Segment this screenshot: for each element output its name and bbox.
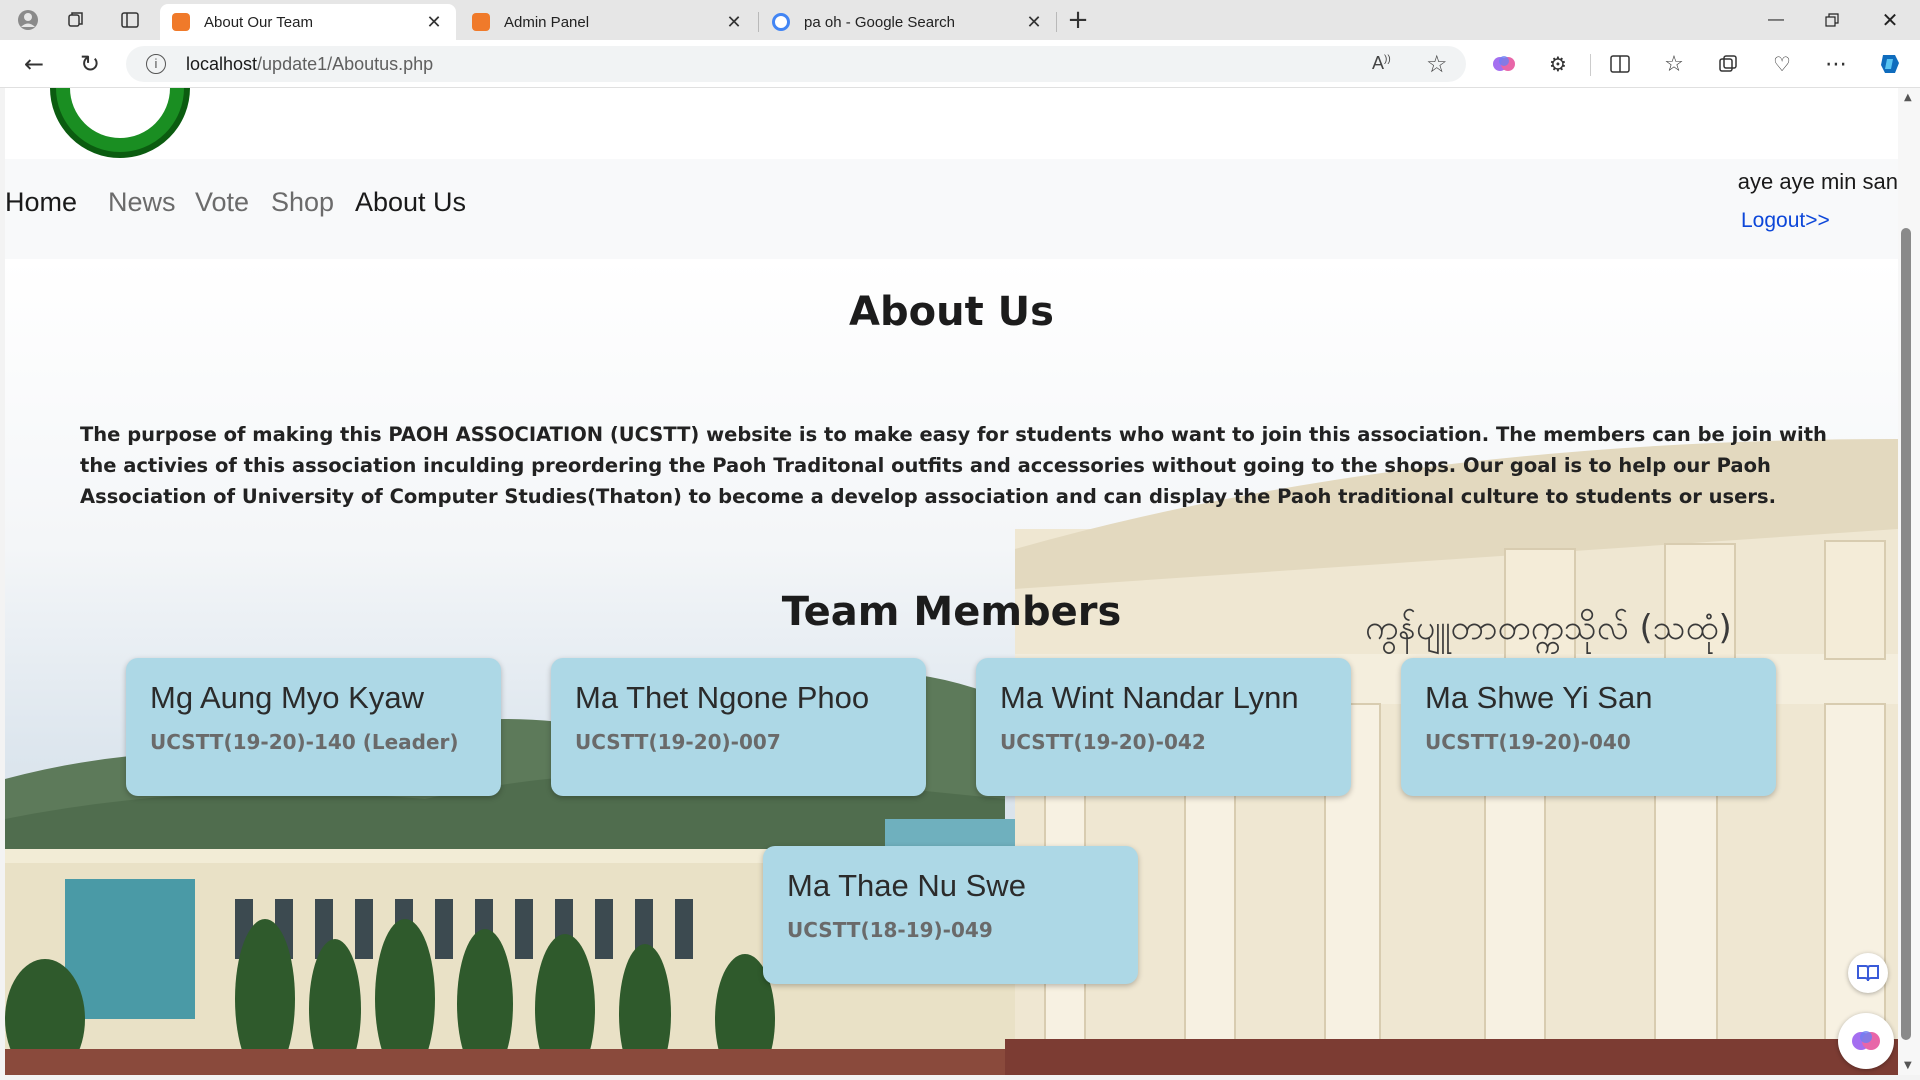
extensions-icon[interactable]: ⚙ <box>1542 48 1574 80</box>
member-id: UCSTT(19-20)-042 <box>1000 730 1206 754</box>
scroll-up-icon[interactable]: ▲ <box>1904 92 1912 103</box>
tab-title: pa oh - Google Search <box>804 13 955 31</box>
member-name: Ma Thae Nu Swe <box>787 868 1026 903</box>
immersive-reader-icon[interactable] <box>1848 953 1888 993</box>
member-id: UCSTT(18-19)-049 <box>787 918 993 942</box>
member-name: Ma Shwe Yi San <box>1425 680 1653 715</box>
xampp-favicon-icon <box>172 13 190 31</box>
team-members-heading: Team Members <box>781 589 1122 635</box>
favorite-star-icon[interactable]: ☆ <box>1426 50 1448 78</box>
member-card: Mg Aung Myo Kyaw UCSTT(19-20)-140 (Leade… <box>126 658 501 796</box>
workspaces-icon[interactable] <box>60 4 92 36</box>
tab-title: Admin Panel <box>504 13 590 31</box>
nav-news[interactable]: News <box>108 187 176 218</box>
nav-home[interactable]: Home <box>5 187 77 218</box>
member-card: Ma Thet Ngone Phoo UCSTT(19-20)-007 <box>551 658 926 796</box>
member-card: Ma Thae Nu Swe UCSTT(18-19)-049 <box>763 846 1138 984</box>
close-tab-icon[interactable]: ✕ <box>724 12 744 33</box>
refresh-icon[interactable]: ↻ <box>74 48 106 80</box>
minimize-icon[interactable]: — <box>1748 0 1804 40</box>
tab-google-search[interactable]: pa oh - Google Search ✕ <box>760 4 1056 40</box>
close-window-icon[interactable]: ✕ <box>1862 0 1918 40</box>
navbar: Home News Vote Shop About Us aye aye min… <box>5 159 1898 259</box>
back-icon[interactable]: ← <box>18 48 50 80</box>
close-tab-icon[interactable]: ✕ <box>1024 12 1044 33</box>
more-menu-icon[interactable]: ⋯ <box>1820 48 1852 80</box>
about-us-description: The purpose of making this PAOH ASSOCIAT… <box>80 423 1827 508</box>
new-tab-icon[interactable]: + <box>1062 4 1094 36</box>
copilot-brain-icon[interactable] <box>1838 1013 1894 1069</box>
split-screen-icon[interactable] <box>1604 48 1636 80</box>
nav-shop[interactable]: Shop <box>271 187 334 218</box>
tab-divider <box>758 12 759 32</box>
browser-essentials-icon[interactable]: ♡ <box>1766 48 1798 80</box>
scroll-down-icon[interactable]: ▼ <box>1904 1060 1912 1071</box>
tab-strip: About Our Team ✕ Admin Panel ✕ pa oh - G… <box>0 0 1920 40</box>
about-us-heading: About Us <box>849 289 1054 335</box>
xampp-favicon-icon <box>472 13 490 31</box>
favorites-icon[interactable]: ☆ <box>1658 48 1690 80</box>
nav-about-us[interactable]: About Us <box>355 187 466 218</box>
copilot-icon[interactable] <box>1874 48 1906 80</box>
member-id: UCSTT(19-20)-140 (Leader) <box>150 730 459 754</box>
scrollbar-thumb[interactable] <box>1901 228 1911 1040</box>
paoh-association-logo <box>50 88 190 158</box>
copilot-brain-icon[interactable] <box>1488 48 1520 80</box>
address-bar[interactable]: i localhost/update1/Aboutus.php A)) ☆ <box>126 46 1466 82</box>
nav-vote[interactable]: Vote <box>195 187 249 218</box>
url-text[interactable]: localhost/update1/Aboutus.php <box>186 54 433 75</box>
read-aloud-icon[interactable]: A)) <box>1372 53 1391 74</box>
about-content: ကွန်ပျူတာတက္ကသိုလ် (သထုံ) About Us The p… <box>5 259 1898 1075</box>
member-card: Ma Shwe Yi San UCSTT(19-20)-040 <box>1401 658 1776 796</box>
site-info-icon[interactable]: i <box>146 54 166 74</box>
browser-toolbar: ← ↻ i localhost/update1/Aboutus.php A)) … <box>0 40 1920 88</box>
toolbar-divider <box>1590 54 1591 76</box>
tab-about-our-team[interactable]: About Our Team ✕ <box>160 4 456 40</box>
collections-icon[interactable] <box>1712 48 1744 80</box>
member-name: Mg Aung Myo Kyaw <box>150 680 424 715</box>
header-logo-area <box>5 88 1898 159</box>
member-name: Ma Wint Nandar Lynn <box>1000 680 1299 715</box>
member-name: Ma Thet Ngone Phoo <box>575 680 870 715</box>
tab-admin-panel[interactable]: Admin Panel ✕ <box>460 4 756 40</box>
tab-title: About Our Team <box>204 13 313 31</box>
member-id: UCSTT(19-20)-007 <box>575 730 781 754</box>
member-id: UCSTT(19-20)-040 <box>1425 730 1631 754</box>
google-favicon-icon <box>772 13 790 31</box>
restore-icon[interactable] <box>1804 0 1860 40</box>
close-tab-icon[interactable]: ✕ <box>424 12 444 33</box>
user-name: aye aye min san <box>1737 169 1898 194</box>
tab-actions-icon[interactable] <box>114 4 146 36</box>
profile-icon[interactable] <box>12 4 44 36</box>
tab-divider <box>1056 12 1057 32</box>
member-card: Ma Wint Nandar Lynn UCSTT(19-20)-042 <box>976 658 1351 796</box>
page-viewport: Home News Vote Shop About Us aye aye min… <box>5 88 1898 1075</box>
logout-link[interactable]: Logout>> <box>1741 209 1830 233</box>
